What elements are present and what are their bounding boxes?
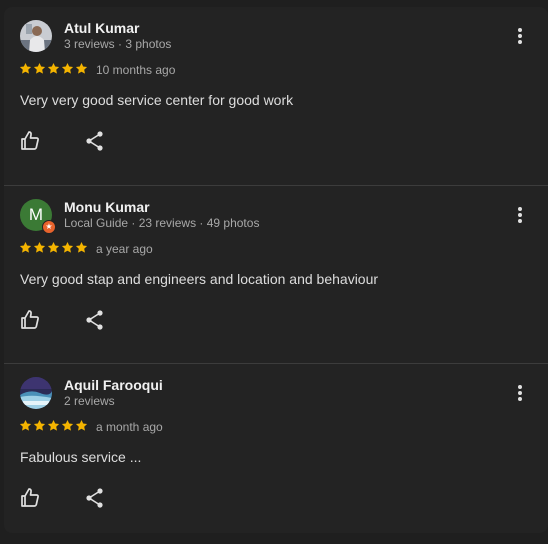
star-icon — [47, 419, 60, 431]
share-button[interactable] — [83, 308, 107, 332]
star-rating — [19, 62, 88, 75]
review-date: a year ago — [96, 242, 153, 256]
star-icon — [75, 241, 88, 253]
reviewer-name[interactable]: Aquil Farooqui — [64, 377, 163, 393]
review-date: a month ago — [96, 420, 163, 434]
star-icon — [61, 241, 74, 253]
reviewer-avatar[interactable]: M ★ — [20, 199, 56, 234]
thumb-up-icon — [21, 310, 39, 329]
review-text: Very good stap and engineers and locatio… — [20, 271, 379, 287]
star-icon — [19, 62, 32, 74]
more-vert-icon — [518, 207, 522, 223]
share-button[interactable] — [83, 129, 107, 153]
like-button[interactable] — [18, 129, 42, 153]
reviewer-name[interactable]: Monu Kumar — [64, 199, 150, 215]
share-icon — [86, 310, 103, 330]
more-vert-icon — [518, 28, 522, 44]
star-icon — [19, 419, 32, 431]
thumb-up-icon — [21, 488, 39, 507]
review-card: M ★ Monu Kumar Local Guide · 23 reviews … — [4, 185, 548, 363]
reviewer-meta: Local Guide · 23 reviews · 49 photos — [64, 216, 260, 230]
more-options-button[interactable] — [510, 26, 530, 46]
star-icon — [33, 62, 46, 74]
review-text: Very very good service center for good w… — [20, 92, 294, 108]
reviews-panel: Atul Kumar 3 reviews · 3 photos 10 month… — [4, 7, 548, 533]
share-button[interactable] — [83, 486, 107, 510]
star-icon — [61, 62, 74, 74]
star-icon — [75, 62, 88, 74]
review-card: Aquil Farooqui 2 reviews a month ago Fab… — [4, 363, 548, 541]
local-guide-badge-icon: ★ — [42, 220, 56, 234]
star-icon — [33, 419, 46, 431]
star-icon — [47, 62, 60, 74]
thumb-up-icon — [21, 131, 39, 150]
more-options-button[interactable] — [510, 205, 530, 225]
star-icon — [47, 241, 60, 253]
reviewer-meta: 3 reviews · 3 photos — [64, 37, 172, 51]
reviewer-avatar[interactable] — [20, 20, 52, 52]
review-text[interactable]: Fabulous service ... — [20, 449, 141, 465]
reviewer-avatar[interactable] — [20, 377, 52, 409]
like-button[interactable] — [18, 308, 42, 332]
share-icon — [86, 488, 103, 508]
like-button[interactable] — [18, 486, 42, 510]
star-icon — [19, 241, 32, 253]
share-icon — [86, 131, 103, 151]
more-options-button[interactable] — [510, 383, 530, 403]
star-icon — [75, 419, 88, 431]
review-date: 10 months ago — [96, 63, 176, 77]
reviewer-meta: 2 reviews — [64, 394, 115, 408]
star-icon — [61, 419, 74, 431]
review-card: Atul Kumar 3 reviews · 3 photos 10 month… — [4, 7, 548, 185]
star-rating — [19, 241, 88, 254]
star-icon — [33, 241, 46, 253]
star-rating — [19, 419, 88, 432]
avatar-initial: M — [28, 205, 44, 224]
more-vert-icon — [518, 385, 522, 401]
reviewer-name[interactable]: Atul Kumar — [64, 20, 139, 36]
